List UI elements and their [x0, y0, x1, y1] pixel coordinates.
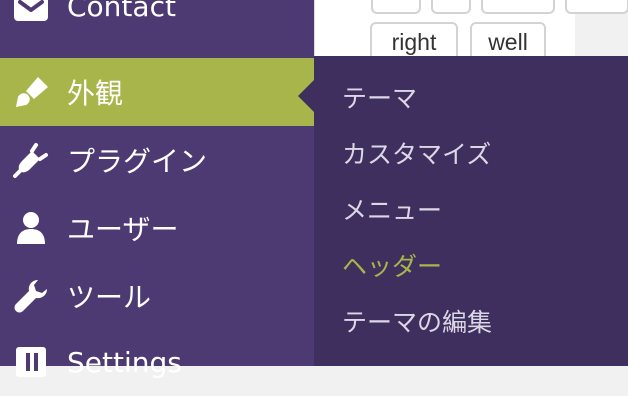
menu-item-label: ユーザー: [67, 213, 179, 246]
user-icon: [12, 209, 50, 247]
menu-item-label: Contact: [67, 0, 176, 23]
tag-button[interactable]: [481, 0, 555, 14]
tag-button[interactable]: [431, 0, 471, 14]
menu-item-contact[interactable]: Contact 1: [0, 0, 314, 40]
menu-item-label: Settings: [67, 345, 182, 379]
submenu-item-header[interactable]: ヘッダー: [342, 251, 442, 283]
menu-item-settings[interactable]: Settings: [0, 328, 314, 396]
menu-item-plugins[interactable]: プラグイン: [0, 126, 314, 194]
menu-item-label: 外観: [67, 77, 124, 110]
admin-sidebar: Contact 1 外観 プラグイン ユーザー: [0, 0, 314, 379]
menu-item-label: プラグイン: [67, 145, 208, 178]
settings-icon: [12, 343, 50, 381]
wrench-icon: [12, 277, 50, 315]
menu-item-tools[interactable]: ツール: [0, 262, 314, 330]
paintbrush-icon: [12, 73, 50, 111]
submenu-item-themes[interactable]: テーマ: [342, 83, 417, 115]
menu-item-label: ツール: [67, 281, 152, 314]
menu-item-appearance[interactable]: 外観: [0, 58, 314, 126]
mail-icon: [12, 0, 50, 25]
appearance-submenu: テーマ カスタマイズ メニュー ヘッダー テーマの編集: [314, 56, 628, 366]
menu-item-users[interactable]: ユーザー: [0, 194, 314, 262]
submenu-pointer: [298, 80, 314, 112]
plugin-icon: [12, 141, 50, 179]
submenu-item-menus[interactable]: メニュー: [342, 195, 442, 227]
submenu-item-theme-editor[interactable]: テーマの編集: [342, 307, 492, 339]
submenu-item-customize[interactable]: カスタマイズ: [342, 139, 491, 171]
tag-button[interactable]: [371, 0, 421, 14]
tag-button[interactable]: [565, 0, 628, 14]
